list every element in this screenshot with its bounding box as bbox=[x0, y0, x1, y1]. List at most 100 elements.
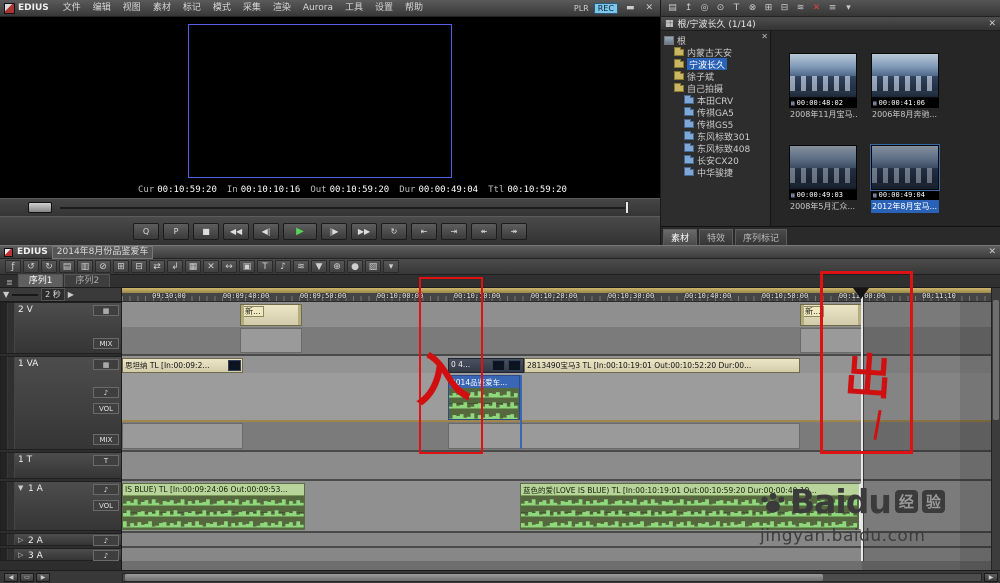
vol-label[interactable]: VOL bbox=[93, 403, 119, 414]
tree-item[interactable]: 传祺GA5 bbox=[661, 106, 770, 118]
waveform-icon[interactable]: ≋ bbox=[793, 3, 808, 13]
timeline-mode-icon[interactable]: ▤ bbox=[59, 260, 75, 273]
settings-icon[interactable]: ≡ bbox=[825, 3, 840, 13]
clip-handle[interactable] bbox=[801, 305, 804, 325]
bin-clip[interactable]: ▦00:00:48:02 2008年11月宝马... bbox=[789, 53, 857, 121]
timeline-clip-a1-1[interactable]: IS BLUE) TL [In:00:09:24:06 Out:00:09:53… bbox=[122, 483, 305, 530]
speaker-icon[interactable]: ♪ bbox=[93, 550, 119, 561]
zoom-menu-icon[interactable]: ▶ bbox=[68, 290, 74, 299]
capture-icon[interactable]: ⊙ bbox=[713, 3, 728, 13]
loop-button[interactable]: ↻ bbox=[381, 223, 407, 240]
timeline-hscrollbar[interactable]: ◀ ▭ ▶ ▶ bbox=[0, 570, 1000, 583]
tree-item-selected[interactable]: 宁波长久 bbox=[661, 58, 770, 70]
folder-up-icon[interactable]: ↥ bbox=[681, 3, 696, 13]
stop-button[interactable]: ■ bbox=[193, 223, 219, 240]
plr-button[interactable]: PLR bbox=[574, 4, 589, 13]
audio-icon[interactable]: ♪ bbox=[275, 260, 291, 273]
expand-icon[interactable]: ▷ bbox=[18, 551, 23, 559]
audio-mix-block[interactable] bbox=[448, 423, 800, 449]
vol-label[interactable]: VOL bbox=[93, 500, 119, 511]
bin-clip[interactable]: ▦00:00:49:03 2008年5月汇众... bbox=[789, 145, 857, 213]
mix-label[interactable]: MIX bbox=[93, 338, 119, 349]
tab-effects[interactable]: 特效 bbox=[699, 229, 733, 245]
select-icon[interactable]: ▣ bbox=[239, 260, 255, 273]
timeline-clip-v2-2[interactable]: 新... bbox=[800, 304, 862, 326]
close-button[interactable]: ✕ bbox=[642, 3, 656, 13]
rewind-button[interactable]: ◀◀ bbox=[223, 223, 249, 240]
mix-label[interactable]: MIX bbox=[93, 434, 119, 445]
scroll-right-button[interactable]: ▶ bbox=[984, 573, 998, 582]
trim-mode-icon[interactable]: ▥ bbox=[77, 260, 93, 273]
speaker-icon[interactable]: ♪ bbox=[93, 387, 119, 398]
clip-handle[interactable] bbox=[241, 305, 244, 325]
timeline-clip-va-3[interactable]: 2813490宝马3 TL [In:00:10:19:01 Out:00:10:… bbox=[524, 358, 800, 373]
menu-item[interactable]: Aurora bbox=[297, 0, 339, 16]
speaker-icon[interactable]: ♪ bbox=[93, 484, 119, 495]
bin-clip-selected[interactable]: ▦00:00:49:04 2012年8月宝马... bbox=[871, 145, 939, 213]
tree-item[interactable]: 长安CX20 bbox=[661, 154, 770, 166]
menu-item[interactable]: 采集 bbox=[237, 0, 267, 16]
shuttle-button[interactable]: P bbox=[163, 223, 189, 240]
copy-icon[interactable]: ⊞ bbox=[113, 260, 129, 273]
export-icon[interactable]: ▾ bbox=[383, 260, 399, 273]
search-icon[interactable]: ◎ bbox=[697, 3, 712, 13]
waveform-icon[interactable]: ≋ bbox=[293, 260, 309, 273]
tab-material[interactable]: 素材 bbox=[663, 229, 697, 245]
vscroll-thumb[interactable] bbox=[993, 300, 999, 420]
video-mix-block[interactable] bbox=[240, 328, 302, 353]
title-icon[interactable]: T bbox=[729, 3, 744, 13]
shuttle-handle[interactable] bbox=[28, 202, 52, 213]
tree-item[interactable]: 东风标致408 bbox=[661, 142, 770, 154]
close-button[interactable]: ✕ bbox=[809, 3, 824, 13]
clip-thumbnail[interactable] bbox=[871, 53, 939, 98]
timeline-clip-va-1[interactable]: 思坦纳 TL [In:00:09:2... bbox=[122, 358, 243, 373]
tab-sequence-2[interactable]: 序列2 bbox=[64, 274, 110, 287]
jog-button[interactable]: Q bbox=[133, 223, 159, 240]
undo-icon[interactable]: ↺ bbox=[23, 260, 39, 273]
overwrite-mode-icon[interactable]: ▦ bbox=[185, 260, 201, 273]
marker-icon[interactable]: ▼ bbox=[311, 260, 327, 273]
playhead-marker[interactable] bbox=[853, 288, 869, 299]
rec-badge[interactable]: REC bbox=[594, 3, 618, 14]
timeline-clip-v2-1[interactable]: 新... bbox=[240, 304, 302, 326]
track-header-2a[interactable]: ▷ 2 A ♪ bbox=[0, 533, 122, 546]
bin-close-icon[interactable]: ✕ bbox=[988, 19, 996, 29]
track-lane-va-expanded[interactable] bbox=[122, 373, 1000, 420]
menu-item[interactable]: 文件 bbox=[57, 0, 87, 16]
clip-thumbnail[interactable] bbox=[789, 53, 857, 98]
paste-icon[interactable]: ⊟ bbox=[777, 3, 792, 13]
sequence-list-icon[interactable]: ≣ bbox=[2, 278, 17, 287]
menu-item[interactable]: 渲染 bbox=[267, 0, 297, 16]
cut-icon[interactable]: ⊘ bbox=[95, 260, 111, 273]
timeline-vscrollbar[interactable] bbox=[991, 288, 1000, 570]
minimize-button[interactable]: ▬ bbox=[623, 3, 638, 13]
timeline-close-icon[interactable]: ✕ bbox=[988, 247, 996, 257]
tree-close-icon[interactable]: ✕ bbox=[761, 32, 768, 41]
zoom-level[interactable]: 2 秒 bbox=[41, 288, 65, 301]
tree-item[interactable]: 传祺GS5 bbox=[661, 118, 770, 130]
position-groove[interactable] bbox=[60, 207, 625, 209]
thumbnail-mode-icon[interactable]: ▦ bbox=[93, 305, 119, 316]
tree-item[interactable]: 中华骏捷 bbox=[661, 166, 770, 178]
zoom-slider[interactable] bbox=[12, 294, 38, 296]
hscroll-groove[interactable] bbox=[122, 573, 982, 582]
tree-item[interactable]: 内蒙古天安 bbox=[661, 46, 770, 58]
match-frame-icon[interactable]: ↔ bbox=[221, 260, 237, 273]
new-folder-icon[interactable]: ▤ bbox=[665, 3, 680, 13]
tree-item[interactable]: 徐子斌 bbox=[661, 70, 770, 82]
fast-forward-button[interactable]: ▶▶ bbox=[351, 223, 377, 240]
next-edit-button[interactable]: ↠ bbox=[501, 223, 527, 240]
track-header-1va[interactable]: 1 VA ▦ ♪ VOL MIX bbox=[0, 356, 122, 450]
ripple-icon[interactable]: ⇄ bbox=[149, 260, 165, 273]
position-marker[interactable] bbox=[625, 201, 629, 214]
expand-icon[interactable]: ▼ bbox=[18, 484, 23, 492]
add-track-icon[interactable]: ⊕ bbox=[329, 260, 345, 273]
bin-clip[interactable]: ▦00:00:41:06 2006年8月奔驰... bbox=[871, 53, 939, 121]
scroll-box-button[interactable]: ▭ bbox=[20, 573, 34, 582]
clip-handle[interactable] bbox=[298, 305, 301, 325]
prev-frame-button[interactable]: ◀| bbox=[253, 223, 279, 240]
clip-thumbnail[interactable] bbox=[871, 145, 939, 190]
record-icon[interactable]: ● bbox=[347, 260, 363, 273]
title-track-icon[interactable]: T bbox=[93, 455, 119, 466]
track-lane-a3[interactable] bbox=[122, 548, 1000, 561]
